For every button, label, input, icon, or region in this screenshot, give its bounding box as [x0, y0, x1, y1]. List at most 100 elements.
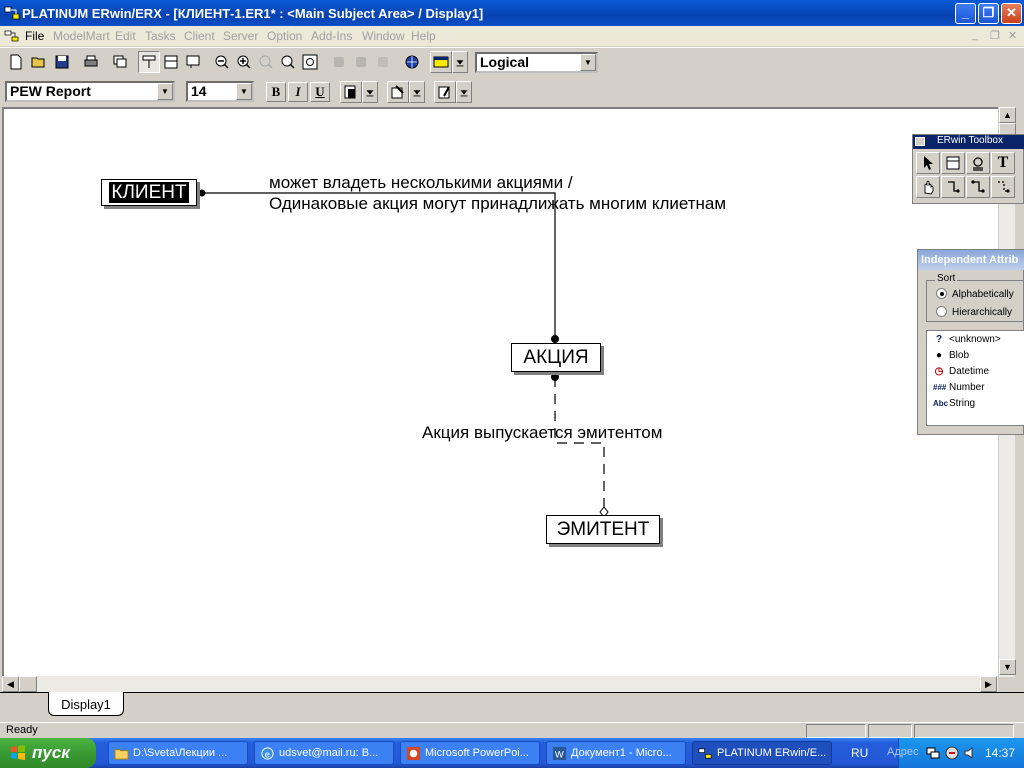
diagram-canvas[interactable]: КЛИЕНТ АКЦИЯ ЭМИТЕНТ может владеть неско…: [2, 107, 1002, 677]
fill-color-button[interactable]: [340, 81, 362, 103]
chevron-down-icon[interactable]: ▼: [236, 83, 252, 100]
modelmart-disabled-button-2[interactable]: [350, 51, 372, 73]
text-color-dropdown[interactable]: [456, 81, 472, 103]
relationship-label[interactable]: Акция выпускается эмитентом: [422, 423, 662, 443]
entity-level-button[interactable]: [138, 51, 160, 73]
relationship-label[interactable]: Одинаковые акция могут принадлижать мног…: [269, 194, 726, 214]
domain-item-string[interactable]: AbcString: [933, 398, 975, 409]
toolbox-title[interactable]: ERwin Toolbox: [913, 135, 1024, 149]
mdi-minimize-button[interactable]: _: [972, 29, 978, 41]
domain-list[interactable]: ? <unknown> ● Blob ◷ Datetime ### Number Abc…: [926, 330, 1024, 426]
menu-add-ins[interactable]: Add-Ins: [311, 29, 352, 43]
open-file-button[interactable]: [28, 51, 50, 73]
task-explorer[interactable]: D:\Sveta\Лекции ...: [108, 741, 248, 765]
display-options-dropdown[interactable]: [452, 51, 468, 73]
menu-option[interactable]: Option: [267, 29, 302, 43]
entity-share[interactable]: АКЦИЯ: [511, 343, 601, 372]
toolbox-hand-tool[interactable]: [916, 176, 940, 198]
sort-hierarchically-radio[interactable]: Hierarchically: [936, 306, 1012, 318]
chevron-down-icon[interactable]: ▼: [580, 54, 596, 71]
erwin-toolbox[interactable]: ERwin Toolbox T: [912, 134, 1024, 204]
start-button[interactable]: пуск: [0, 738, 96, 768]
pen-color-dropdown[interactable]: [409, 81, 425, 103]
toolbox-close-icon[interactable]: [915, 137, 925, 146]
underline-button[interactable]: U: [310, 82, 330, 102]
new-file-button[interactable]: [5, 51, 27, 73]
menu-tasks[interactable]: Tasks: [145, 29, 176, 43]
toolbox-select-tool[interactable]: [916, 152, 940, 174]
volume-icon[interactable]: [963, 745, 979, 761]
task-powerpoint[interactable]: Microsoft PowerPoi...: [400, 741, 540, 765]
toolbox-category-tool[interactable]: [966, 152, 990, 174]
scroll-down-icon[interactable]: ▼: [999, 659, 1016, 675]
font-name-select[interactable]: PEW Report ▼: [5, 81, 175, 102]
entity-issuer[interactable]: ЭМИТЕНТ: [546, 515, 660, 544]
chevron-down-icon[interactable]: ▼: [157, 83, 173, 100]
zoom-normal-button[interactable]: [255, 51, 277, 73]
menu-window[interactable]: Window: [362, 29, 405, 43]
menu-edit[interactable]: Edit: [115, 29, 136, 43]
bold-button[interactable]: B: [266, 82, 286, 102]
attribute-browser-title[interactable]: Independent Attrib: [918, 250, 1024, 270]
menu-help[interactable]: Help: [411, 29, 436, 43]
independent-attribute-browser[interactable]: Independent Attrib Sort Alphabetically H…: [917, 249, 1024, 435]
zoom-fit-button[interactable]: [277, 51, 299, 73]
mdi-close-button[interactable]: ✕: [1008, 29, 1017, 42]
toolbox-many-to-many-tool[interactable]: [966, 176, 990, 198]
copy-display-button[interactable]: [109, 51, 131, 73]
zoom-page-button[interactable]: [299, 51, 321, 73]
erwin-app-icon[interactable]: [4, 5, 20, 21]
zoom-out-button[interactable]: [211, 51, 233, 73]
menu-file[interactable]: File: [25, 29, 44, 43]
scroll-left-icon[interactable]: ◀: [2, 676, 19, 692]
text-color-button[interactable]: [434, 81, 456, 103]
zoom-in-button[interactable]: [233, 51, 255, 73]
print-button[interactable]: [80, 51, 102, 73]
horizontal-scrollbar[interactable]: ◀ ▶: [2, 676, 998, 692]
task-erwin[interactable]: PLATINUM ERwin/E...: [692, 741, 832, 765]
domain-item-unknown[interactable]: ? <unknown>: [933, 334, 1001, 345]
document-icon[interactable]: [4, 28, 20, 44]
mdi-restore-button[interactable]: ❐: [990, 29, 1000, 42]
relationship-line-client-share[interactable]: [201, 192, 556, 339]
menu-modelmart[interactable]: ModelMart: [53, 29, 110, 43]
task-mail[interactable]: e udsvet@mail.ru: В...: [254, 741, 394, 765]
title-bar[interactable]: PLATINUM ERwin/ERX - [КЛИЕНТ-1.ER1* : <M…: [0, 0, 1024, 26]
entity-client[interactable]: КЛИЕНТ: [101, 179, 197, 206]
tab-display1[interactable]: Display1: [48, 692, 124, 716]
view-level-select[interactable]: Logical ▼: [475, 52, 598, 73]
toolbox-text-tool[interactable]: T: [991, 152, 1015, 174]
clock[interactable]: 14:37: [985, 746, 1015, 760]
antivirus-icon[interactable]: [944, 745, 960, 761]
pen-color-button[interactable]: [387, 81, 409, 103]
relationship-line-share-issuer[interactable]: [554, 377, 605, 511]
toolbox-entity-tool[interactable]: [941, 152, 965, 174]
domain-item-number[interactable]: ### Number: [933, 382, 985, 393]
network-icon[interactable]: [925, 745, 941, 761]
menu-server[interactable]: Server: [223, 29, 258, 43]
scroll-right-icon[interactable]: ▶: [980, 676, 997, 692]
fill-color-dropdown[interactable]: [362, 81, 378, 103]
language-indicator[interactable]: RU: [851, 746, 868, 760]
task-word[interactable]: W Документ1 - Micro...: [546, 741, 686, 765]
italic-button[interactable]: I: [288, 82, 308, 102]
close-button[interactable]: ✕: [1001, 3, 1022, 24]
save-button[interactable]: [51, 51, 73, 73]
definition-level-button[interactable]: [182, 51, 204, 73]
horizontal-scroll-thumb[interactable]: [19, 676, 37, 692]
menu-client[interactable]: Client: [184, 29, 215, 43]
forward-engineer-button[interactable]: [401, 51, 423, 73]
toolbox-non-identifying-rel-tool[interactable]: [991, 176, 1015, 198]
sort-alphabetically-radio[interactable]: Alphabetically: [936, 288, 1014, 300]
font-size-select[interactable]: 14 ▼: [186, 81, 254, 102]
minimize-button[interactable]: _: [955, 3, 976, 24]
relationship-label[interactable]: может владеть несколькими акциями /: [269, 173, 573, 193]
modelmart-disabled-button-1[interactable]: [328, 51, 350, 73]
scroll-up-icon[interactable]: ▲: [999, 107, 1016, 123]
domain-item-datetime[interactable]: ◷ Datetime: [933, 366, 989, 377]
display-options-button[interactable]: [430, 51, 452, 73]
attribute-level-button[interactable]: [160, 51, 182, 73]
toolbox-identifying-rel-tool[interactable]: [941, 176, 965, 198]
modelmart-disabled-button-3[interactable]: [372, 51, 394, 73]
domain-item-blob[interactable]: ● Blob: [933, 350, 969, 361]
